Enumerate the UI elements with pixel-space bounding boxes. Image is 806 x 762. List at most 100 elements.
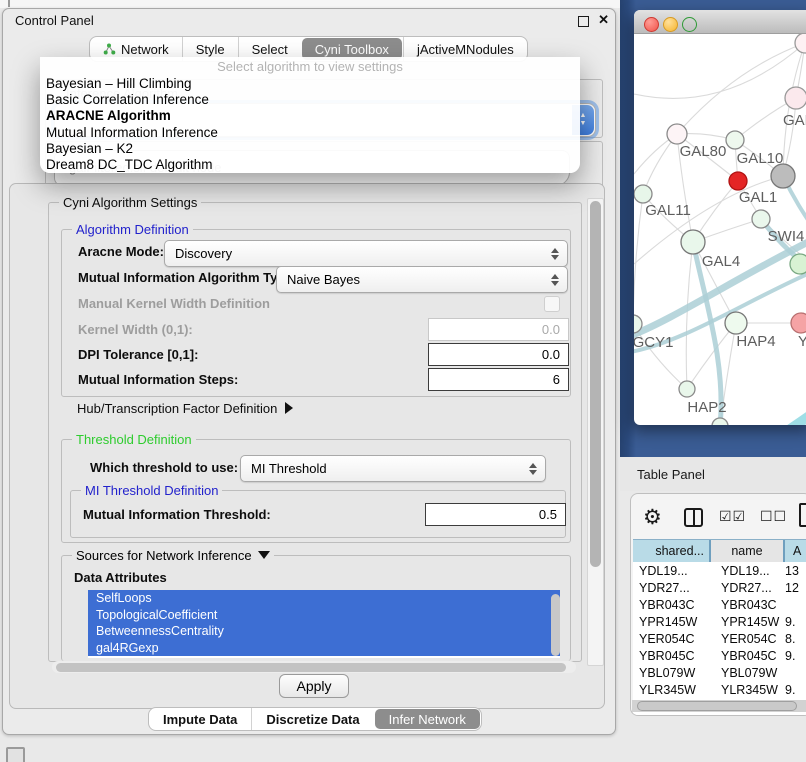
tab-impute-data[interactable]: Impute Data <box>149 708 251 730</box>
mini-window-button[interactable] <box>6 747 25 762</box>
collapse-down-icon <box>258 551 270 559</box>
float-window-icon[interactable] <box>578 16 589 27</box>
mi-steps-field[interactable]: 6 <box>428 368 569 391</box>
attribute-list-item[interactable]: gal4RGexp <box>88 640 560 657</box>
split-column-icon[interactable] <box>684 508 703 527</box>
table-row[interactable]: YDL19...YDL19...13 <box>633 562 806 579</box>
checked-boxes-icon[interactable]: ☑☑ <box>719 508 746 525</box>
aracne-mode-label: Aracne Mode: <box>78 244 164 259</box>
close-icon[interactable]: ✕ <box>598 12 609 28</box>
table-cell: YER054C <box>633 630 711 647</box>
network-node-label: GAL80 <box>680 143 727 160</box>
table-row[interactable]: YDR27...YDR27...12 <box>633 579 806 596</box>
network-node-label: GAL <box>783 112 806 129</box>
network-node[interactable] <box>785 87 806 109</box>
network-node[interactable] <box>752 210 770 228</box>
network-node[interactable] <box>681 230 705 254</box>
table-cell: YBR043C <box>633 596 711 613</box>
algorithm-definition-title: Algorithm Definition <box>72 222 193 237</box>
zoom-traffic-light-icon[interactable] <box>682 17 697 32</box>
network-node[interactable] <box>771 164 795 188</box>
mi-threshold-field[interactable]: 0.5 <box>425 503 566 526</box>
top-tick <box>8 0 10 7</box>
settings-vscrollbar[interactable] <box>587 198 604 666</box>
network-node[interactable] <box>790 254 806 274</box>
table-row[interactable]: YBR043CYBR043C <box>633 596 806 613</box>
list-scrollbar-thumb[interactable] <box>551 594 560 656</box>
attribute-list-item[interactable]: SelfLoops <box>88 590 560 607</box>
settings-vscrollbar-thumb[interactable] <box>590 201 601 567</box>
network-edge[interactable] <box>634 43 805 98</box>
network-canvas[interactable]: GALGAL80GAL10GAL1GAL11SWI4GAL4GCY1HAP4YH… <box>634 34 806 425</box>
network-node[interactable] <box>712 418 728 425</box>
tab-infer-network[interactable]: Infer Network <box>375 709 480 729</box>
top-strip <box>0 0 620 8</box>
attribute-list-item[interactable]: TopologicalCoefficient <box>88 607 560 624</box>
column-header-shared[interactable]: shared... <box>633 540 711 562</box>
expand-right-icon <box>285 402 293 414</box>
algorithm-option[interactable]: Basic Correlation Inference <box>40 92 580 108</box>
data-attributes-list[interactable]: SelfLoopsTopologicalCoefficientBetweenne… <box>88 590 560 658</box>
network-node[interactable] <box>679 381 695 397</box>
manual-kernel-checkbox[interactable] <box>544 296 560 312</box>
table-row[interactable]: YLR345WYLR345W9. <box>633 681 806 698</box>
table-row[interactable]: YPR145WYPR145W9. <box>633 613 806 630</box>
network-node-label: Y <box>798 333 806 350</box>
network-node-label: GCY1 <box>634 334 673 351</box>
network-edge-highlighted[interactable] <box>726 414 806 425</box>
gear-icon[interactable]: ⚙ <box>643 505 662 530</box>
algorithm-option[interactable]: ARACNE Algorithm <box>40 108 580 124</box>
algorithm-option[interactable]: Mutual Information Inference <box>40 125 580 141</box>
table-row[interactable]: YBL079WYBL079W <box>633 664 806 681</box>
algorithm-option[interactable]: Bayesian – Hill Climbing <box>40 76 580 92</box>
sources-title[interactable]: Sources for Network Inference <box>72 548 274 563</box>
network-window-titlebar[interactable] <box>634 10 806 34</box>
network-node-label: SWI4 <box>768 228 805 245</box>
screen: Control Panel ✕ Network Style Select Cyn… <box>0 0 806 762</box>
network-node[interactable] <box>667 124 687 144</box>
manual-kernel-label: Manual Kernel Width Definition <box>78 296 270 311</box>
unchecked-boxes-icon[interactable]: ☐☐ <box>760 508 787 525</box>
settings-hscrollbar[interactable] <box>52 661 576 673</box>
algorithm-dropdown-popup: Select algorithm to view settings Bayesi… <box>40 57 580 173</box>
network-node-label: GAL11 <box>645 202 691 219</box>
tab-discretize-data[interactable]: Discretize Data <box>251 708 373 730</box>
stepper-icon <box>529 463 537 475</box>
network-node[interactable] <box>729 172 747 190</box>
page-icon[interactable] <box>799 503 806 527</box>
apply-button[interactable]: Apply <box>279 674 349 698</box>
kernel-width-label: Kernel Width (0,1): <box>78 322 193 337</box>
column-header-name[interactable]: name <box>711 540 785 562</box>
network-node[interactable] <box>634 185 652 203</box>
column-header-partial[interactable]: A <box>785 540 806 562</box>
network-edge[interactable] <box>634 194 643 324</box>
kernel-width-field[interactable]: 0.0 <box>428 318 569 341</box>
tab-label: Network <box>121 42 169 57</box>
table-row[interactable]: YBR045CYBR045C9. <box>633 647 806 664</box>
minimize-traffic-light-icon[interactable] <box>663 17 678 32</box>
table-cell: YER054C <box>711 630 781 647</box>
mi-type-combo[interactable]: Naive Bayes <box>276 266 568 293</box>
algorithm-option[interactable]: Dream8 DC_TDC Algorithm <box>40 157 580 173</box>
which-threshold-combo[interactable]: MI Threshold <box>240 455 546 482</box>
table-panel: ⚙ ☑☑ ☐☐ shared... name A YDL19...YDL19..… <box>630 493 806 716</box>
threshold-definition-title: Threshold Definition <box>72 432 196 447</box>
attribute-list-item[interactable]: BetweennessCentrality <box>88 623 560 640</box>
algorithm-option[interactable]: Bayesian – K2 <box>40 141 580 157</box>
network-node[interactable] <box>791 313 806 333</box>
network-edge[interactable] <box>686 242 693 389</box>
network-node[interactable] <box>726 131 744 149</box>
settings-hscrollbar-thumb[interactable] <box>56 663 566 672</box>
close-traffic-light-icon[interactable] <box>644 17 659 32</box>
network-icon <box>103 43 116 55</box>
table-body: YDL19...YDL19...13YDR27...YDR27...12YBR0… <box>633 562 806 715</box>
table-cell: 9. <box>781 647 806 664</box>
aracne-mode-combo[interactable]: Discovery <box>164 240 568 267</box>
table-cell <box>781 596 806 613</box>
dpi-tolerance-field[interactable]: 0.0 <box>428 343 569 366</box>
table-hscrollbar[interactable] <box>632 700 806 712</box>
hub-definition-toggle[interactable]: Hub/Transcription Factor Definition <box>77 401 293 416</box>
table-row[interactable]: YER054CYER054C8. <box>633 630 806 647</box>
network-node[interactable] <box>725 312 747 334</box>
table-hscrollbar-thumb[interactable] <box>637 701 797 711</box>
